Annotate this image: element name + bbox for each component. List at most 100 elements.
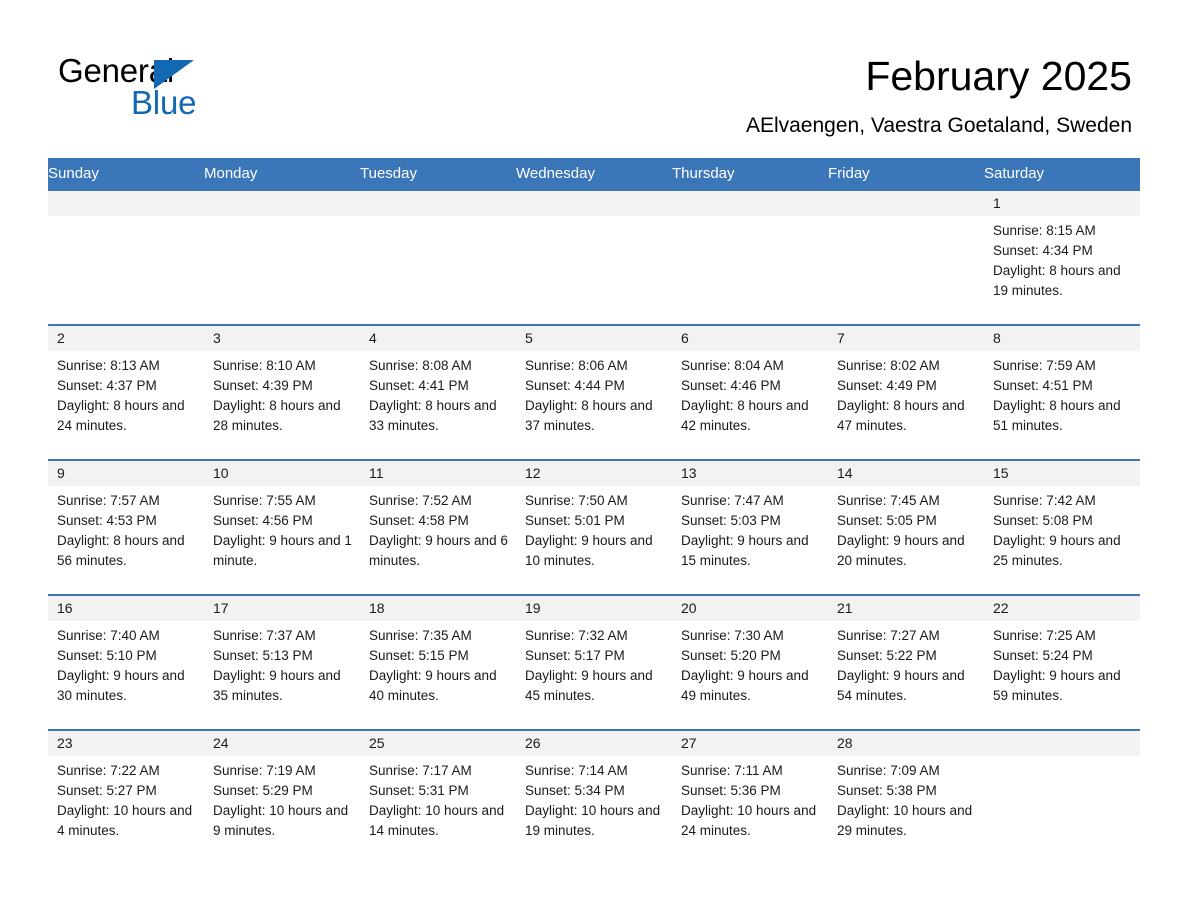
daylight-text: Daylight: 8 hours and 42 minutes. [681, 398, 809, 433]
calendar-day-cell[interactable]: 22 Sunrise: 7:25 AM Sunset: 5:24 PM Dayligh… [984, 594, 1140, 730]
weekday-header-monday: Monday [204, 158, 360, 190]
day-details: Sunrise: 7:19 AM Sunset: 5:29 PM Daylight:… [204, 756, 360, 841]
sunrise-text: Sunrise: 7:09 AM [837, 763, 940, 778]
calendar-day-cell[interactable]: 6 Sunrise: 8:04 AM Sunset: 4:46 PM Daylight… [672, 324, 828, 460]
day-number [828, 191, 984, 216]
daylight-text: Daylight: 8 hours and 33 minutes. [369, 398, 497, 433]
day-details: Sunrise: 8:02 AM Sunset: 4:49 PM Daylight:… [828, 351, 984, 436]
day-number [672, 191, 828, 216]
day-number: 28 [828, 731, 984, 756]
day-number [984, 731, 1140, 756]
calendar-day-cell[interactable]: 20 Sunrise: 7:30 AM Sunset: 5:20 PM Dayligh… [672, 594, 828, 730]
sunrise-text: Sunrise: 8:04 AM [681, 358, 784, 373]
sunrise-text: Sunrise: 7:57 AM [57, 493, 160, 508]
calendar-day-cell[interactable]: 2 Sunrise: 8:13 AM Sunset: 4:37 PM Daylight… [48, 324, 204, 460]
sunrise-text: Sunrise: 7:32 AM [525, 628, 628, 643]
sunrise-text: Sunrise: 7:35 AM [369, 628, 472, 643]
calendar-day-cell[interactable]: 12 Sunrise: 7:50 AM Sunset: 5:01 PM Dayligh… [516, 459, 672, 595]
day-number: 18 [360, 596, 516, 621]
calendar-day-cell[interactable]: 10 Sunrise: 7:55 AM Sunset: 4:56 PM Dayligh… [204, 459, 360, 595]
day-details: Sunrise: 8:06 AM Sunset: 4:44 PM Daylight:… [516, 351, 672, 436]
daylight-text: Daylight: 8 hours and 19 minutes. [993, 263, 1121, 298]
daylight-text: Daylight: 9 hours and 6 minutes. [369, 533, 508, 568]
daylight-text: Daylight: 9 hours and 35 minutes. [213, 668, 341, 703]
calendar-day-cell[interactable]: 1 Sunrise: 8:15 AM Sunset: 4:34 PM Daylight… [984, 189, 1140, 325]
weekday-header-sunday: Sunday [48, 158, 204, 190]
calendar-day-cell[interactable]: 13 Sunrise: 7:47 AM Sunset: 5:03 PM Dayligh… [672, 459, 828, 595]
page-header: General Blue February 2025 AElvaengen, V… [0, 0, 1188, 158]
sunrise-text: Sunrise: 7:59 AM [993, 358, 1096, 373]
calendar-day-cell-empty [360, 189, 516, 325]
sunrise-text: Sunrise: 8:13 AM [57, 358, 160, 373]
daylight-text: Daylight: 8 hours and 47 minutes. [837, 398, 965, 433]
calendar-day-cell[interactable]: 23 Sunrise: 7:22 AM Sunset: 5:27 PM Dayligh… [48, 729, 204, 865]
calendar-day-cell-empty [516, 189, 672, 325]
sunset-text: Sunset: 5:08 PM [993, 513, 1093, 528]
calendar-day-cell[interactable]: 15 Sunrise: 7:42 AM Sunset: 5:08 PM Dayligh… [984, 459, 1140, 595]
calendar-day-cell[interactable]: 18 Sunrise: 7:35 AM Sunset: 5:15 PM Dayligh… [360, 594, 516, 730]
calendar-day-cell[interactable]: 7 Sunrise: 8:02 AM Sunset: 4:49 PM Daylight… [828, 324, 984, 460]
page-title: February 2025 [865, 53, 1132, 99]
calendar-day-cell[interactable]: 24 Sunrise: 7:19 AM Sunset: 5:29 PM Dayligh… [204, 729, 360, 865]
calendar-day-cell-empty [204, 189, 360, 325]
day-number: 16 [48, 596, 204, 621]
day-details: Sunrise: 7:50 AM Sunset: 5:01 PM Daylight:… [516, 486, 672, 571]
calendar-day-cell[interactable]: 16 Sunrise: 7:40 AM Sunset: 5:10 PM Dayligh… [48, 594, 204, 730]
calendar-day-cell[interactable]: 19 Sunrise: 7:32 AM Sunset: 5:17 PM Dayligh… [516, 594, 672, 730]
daylight-text: Daylight: 9 hours and 25 minutes. [993, 533, 1121, 568]
general-blue-logo[interactable]: General Blue [58, 52, 388, 124]
daylight-text: Daylight: 9 hours and 59 minutes. [993, 668, 1121, 703]
sunset-text: Sunset: 5:24 PM [993, 648, 1093, 663]
day-number: 17 [204, 596, 360, 621]
daylight-text: Daylight: 8 hours and 28 minutes. [213, 398, 341, 433]
sunset-text: Sunset: 5:27 PM [57, 783, 157, 798]
weekday-header-wednesday: Wednesday [516, 158, 672, 190]
sunset-text: Sunset: 5:03 PM [681, 513, 781, 528]
sunset-text: Sunset: 5:36 PM [681, 783, 781, 798]
sunset-text: Sunset: 4:58 PM [369, 513, 469, 528]
day-details: Sunrise: 7:37 AM Sunset: 5:13 PM Daylight:… [204, 621, 360, 706]
calendar-day-cell[interactable]: 17 Sunrise: 7:37 AM Sunset: 5:13 PM Dayligh… [204, 594, 360, 730]
calendar-day-cell[interactable]: 25 Sunrise: 7:17 AM Sunset: 5:31 PM Dayligh… [360, 729, 516, 865]
calendar-day-cell[interactable]: 11 Sunrise: 7:52 AM Sunset: 4:58 PM Dayligh… [360, 459, 516, 595]
calendar-day-cell[interactable]: 27 Sunrise: 7:11 AM Sunset: 5:36 PM Dayligh… [672, 729, 828, 865]
day-details: Sunrise: 7:45 AM Sunset: 5:05 PM Daylight:… [828, 486, 984, 571]
calendar-day-cell[interactable]: 4 Sunrise: 8:08 AM Sunset: 4:41 PM Daylight… [360, 324, 516, 460]
day-number [360, 191, 516, 216]
sunset-text: Sunset: 4:46 PM [681, 378, 781, 393]
calendar-day-cell[interactable]: 21 Sunrise: 7:27 AM Sunset: 5:22 PM Dayligh… [828, 594, 984, 730]
calendar-day-cell[interactable]: 8 Sunrise: 7:59 AM Sunset: 4:51 PM Daylight… [984, 324, 1140, 460]
sunrise-text: Sunrise: 7:27 AM [837, 628, 940, 643]
calendar-day-cell[interactable]: 3 Sunrise: 8:10 AM Sunset: 4:39 PM Daylight… [204, 324, 360, 460]
sunrise-text: Sunrise: 7:47 AM [681, 493, 784, 508]
day-details: Sunrise: 7:25 AM Sunset: 5:24 PM Daylight:… [984, 621, 1140, 706]
daylight-text: Daylight: 9 hours and 10 minutes. [525, 533, 653, 568]
calendar-day-cell[interactable]: 9 Sunrise: 7:57 AM Sunset: 4:53 PM Daylight… [48, 459, 204, 595]
sunset-text: Sunset: 4:37 PM [57, 378, 157, 393]
calendar-page: General Blue February 2025 AElvaengen, V… [0, 0, 1188, 918]
sunset-text: Sunset: 5:22 PM [837, 648, 937, 663]
calendar-day-cell[interactable]: 5 Sunrise: 8:06 AM Sunset: 4:44 PM Daylight… [516, 324, 672, 460]
day-details: Sunrise: 7:40 AM Sunset: 5:10 PM Daylight:… [48, 621, 204, 706]
sunrise-text: Sunrise: 7:17 AM [369, 763, 472, 778]
weekday-header-saturday: Saturday [984, 158, 1140, 190]
calendar-week-row: 1 Sunrise: 8:15 AM Sunset: 4:34 PM Daylight… [48, 189, 1140, 325]
day-number: 12 [516, 461, 672, 486]
daylight-text: Daylight: 10 hours and 4 minutes. [57, 803, 193, 838]
day-details: Sunrise: 7:09 AM Sunset: 5:38 PM Daylight:… [828, 756, 984, 841]
day-number: 9 [48, 461, 204, 486]
day-number: 20 [672, 596, 828, 621]
day-details: Sunrise: 8:15 AM Sunset: 4:34 PM Daylight:… [984, 216, 1140, 301]
sunset-text: Sunset: 4:34 PM [993, 243, 1093, 258]
day-number: 19 [516, 596, 672, 621]
day-details: Sunrise: 7:17 AM Sunset: 5:31 PM Daylight:… [360, 756, 516, 841]
calendar-day-cell[interactable]: 14 Sunrise: 7:45 AM Sunset: 5:05 PM Dayligh… [828, 459, 984, 595]
calendar-day-cell-empty [984, 729, 1140, 865]
day-number: 3 [204, 326, 360, 351]
daylight-text: Daylight: 9 hours and 54 minutes. [837, 668, 965, 703]
calendar-day-cell[interactable]: 28 Sunrise: 7:09 AM Sunset: 5:38 PM Dayligh… [828, 729, 984, 865]
sunrise-text: Sunrise: 7:37 AM [213, 628, 316, 643]
sunset-text: Sunset: 4:41 PM [369, 378, 469, 393]
sunset-text: Sunset: 5:01 PM [525, 513, 625, 528]
calendar-day-cell[interactable]: 26 Sunrise: 7:14 AM Sunset: 5:34 PM Dayligh… [516, 729, 672, 865]
